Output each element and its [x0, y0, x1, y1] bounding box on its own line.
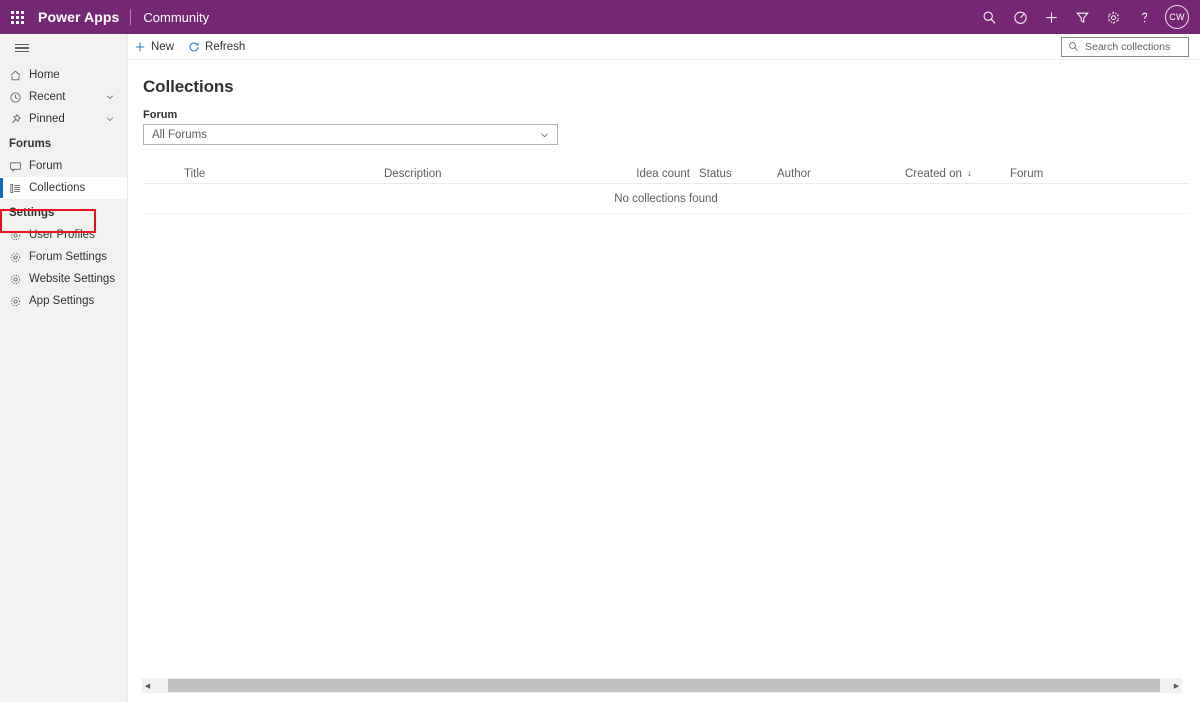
gear-icon — [9, 251, 29, 264]
home-icon — [9, 69, 29, 82]
collections-grid: Title Description Idea count Status Auth… — [143, 164, 1189, 214]
user-avatar[interactable]: CW — [1160, 0, 1194, 34]
forum-filter-dropdown[interactable]: All Forums — [143, 124, 558, 145]
avatar-initials: CW — [1165, 5, 1189, 29]
column-header-idea-count[interactable]: Idea count — [609, 168, 699, 180]
search-icon — [1068, 41, 1079, 52]
forum-filter-label: Forum — [143, 109, 178, 121]
sidebar-item-label: App Settings — [29, 295, 95, 307]
refresh-button-label: Refresh — [205, 40, 246, 53]
scroll-left-arrow-icon[interactable]: ◀ — [142, 678, 153, 693]
sidebar-item-forum-settings[interactable]: Forum Settings — [0, 246, 127, 268]
main-content: Collections Forum All Forums Title Descr… — [128, 60, 1200, 674]
gear-icon — [9, 273, 29, 286]
app-launcher-icon[interactable] — [0, 0, 34, 34]
forum-filter-value: All Forums — [152, 128, 207, 141]
search-input[interactable] — [1085, 40, 1182, 53]
sidebar-item-label: Recent — [29, 91, 66, 103]
new-button[interactable]: New — [128, 34, 182, 60]
waffle-grid — [10, 10, 24, 24]
chevron-down-icon[interactable] — [105, 92, 115, 102]
app-root: Power Apps Community CW Home Recent Pinn… — [0, 0, 1200, 702]
sidebar: Home Recent Pinned Forums Forum Collecti… — [0, 34, 128, 702]
scrollbar-track[interactable] — [153, 678, 1171, 693]
grid-header-row: Title Description Idea count Status Auth… — [143, 164, 1189, 184]
column-header-forum[interactable]: Forum — [1010, 168, 1130, 180]
gear-icon — [9, 295, 29, 308]
chat-icon — [9, 160, 29, 173]
search-collections-box[interactable] — [1061, 36, 1189, 57]
gear-icon[interactable] — [1098, 0, 1129, 34]
refresh-button[interactable]: Refresh — [182, 34, 253, 60]
app-name-label[interactable]: Community — [131, 10, 209, 25]
sidebar-item-label: Collections — [29, 182, 86, 194]
clock-icon — [9, 91, 29, 104]
sidebar-item-forum[interactable]: Forum — [0, 155, 127, 177]
column-header-description[interactable]: Description — [384, 168, 609, 180]
brand-title[interactable]: Power Apps — [34, 9, 130, 25]
column-header-author[interactable]: Author — [777, 168, 905, 180]
sidebar-item-label: Home — [29, 69, 60, 81]
column-header-title[interactable]: Title — [184, 168, 384, 180]
hamburger-lines — [15, 42, 29, 54]
sort-descending-icon: ↓ — [966, 168, 972, 179]
help-icon[interactable] — [1129, 0, 1160, 34]
trial-clock-icon[interactable] — [1005, 0, 1036, 34]
sidebar-item-label: Pinned — [29, 113, 65, 125]
sidebar-item-website-settings[interactable]: Website Settings — [0, 268, 127, 290]
chevron-down-icon[interactable] — [539, 129, 550, 140]
sidebar-item-label: Forum — [29, 160, 63, 172]
column-header-created-on[interactable]: Created on ↓ — [905, 168, 1010, 180]
top-navigation-bar: Power Apps Community CW — [0, 0, 1200, 34]
pin-icon — [9, 113, 29, 126]
sidebar-item-home[interactable]: Home — [0, 64, 127, 86]
grid-empty-message: No collections found — [143, 184, 1189, 214]
sidebar-item-label: User Profiles — [29, 229, 95, 241]
sidebar-item-label: Website Settings — [29, 273, 116, 285]
column-header-status[interactable]: Status — [699, 168, 777, 180]
list-icon — [9, 182, 29, 195]
plus-icon — [134, 41, 146, 53]
sidebar-group-settings: Settings — [9, 207, 55, 219]
sidebar-item-pinned[interactable]: Pinned — [0, 108, 127, 130]
plus-icon[interactable] — [1036, 0, 1067, 34]
page-title: Collections — [143, 77, 234, 96]
column-header-created-on-label: Created on — [905, 167, 962, 180]
scrollbar-thumb[interactable] — [168, 679, 1160, 692]
sidebar-group-forums: Forums — [9, 138, 52, 150]
refresh-icon — [188, 41, 200, 53]
filter-icon[interactable] — [1067, 0, 1098, 34]
topbar-actions: CW — [974, 0, 1200, 34]
gear-icon — [9, 229, 29, 242]
chevron-down-icon[interactable] — [105, 114, 115, 124]
command-bar: New Refresh — [128, 34, 1200, 60]
scroll-right-arrow-icon[interactable]: ▶ — [1171, 678, 1182, 693]
sidebar-item-collections[interactable]: Collections — [0, 177, 127, 199]
sidebar-item-user-profiles[interactable]: User Profiles — [0, 224, 127, 246]
horizontal-scrollbar[interactable]: ◀ ▶ — [142, 678, 1182, 693]
hamburger-menu-icon[interactable] — [2, 36, 42, 60]
sidebar-item-label: Forum Settings — [29, 251, 107, 263]
search-icon[interactable] — [974, 0, 1005, 34]
sidebar-item-app-settings[interactable]: App Settings — [0, 290, 127, 312]
new-button-label: New — [151, 40, 175, 53]
sidebar-item-recent[interactable]: Recent — [0, 86, 127, 108]
